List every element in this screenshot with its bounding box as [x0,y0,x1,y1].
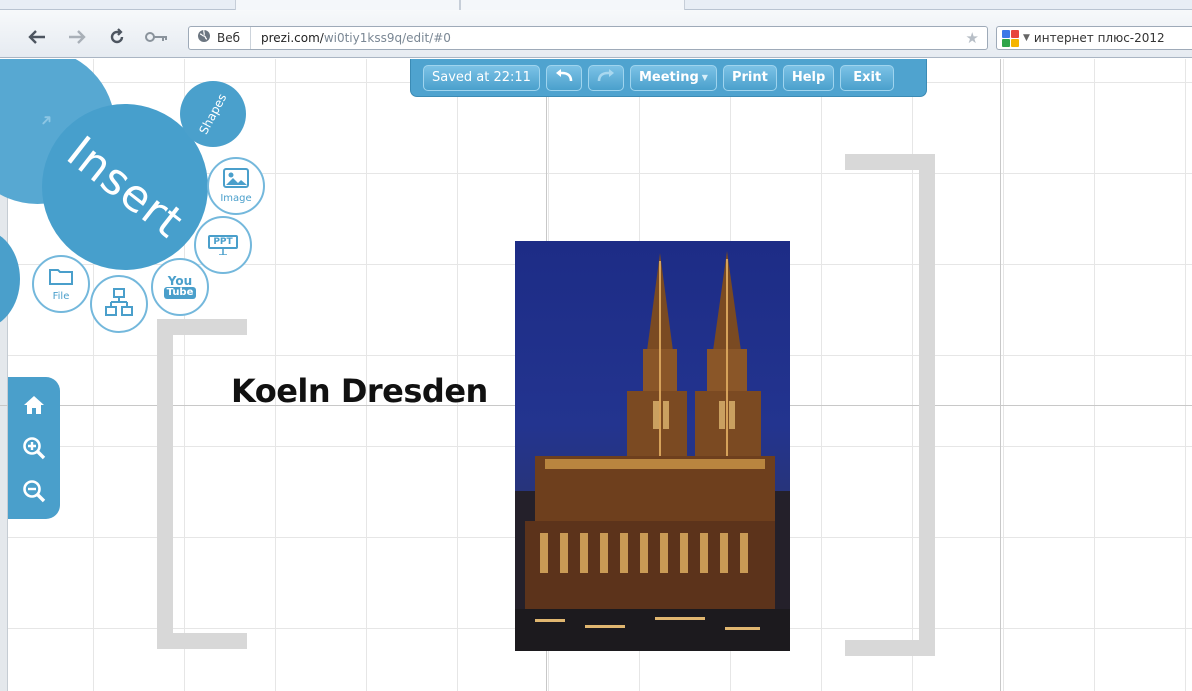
back-icon[interactable] [24,26,50,48]
site-label: Веб [217,31,241,45]
undo-button[interactable] [545,64,582,91]
home-icon[interactable] [19,390,49,420]
insert-diagram-button[interactable] [90,275,148,333]
prezi-canvas[interactable]: Koeln Dresden ➜ Insert Shapes Image PPT … [0,59,1192,691]
browser-tab-strip [0,0,1192,10]
image-label: Image [220,193,252,204]
key-icon[interactable] [144,26,170,48]
chevron-down-icon[interactable]: ▼ [1023,33,1030,43]
ppt-icon: PPT [208,235,238,255]
url-path: wi0tiy1kss9q/edit/#0 [323,31,451,45]
file-icon [48,266,74,290]
undo-icon [555,68,573,87]
shapes-bubble[interactable]: Shapes [180,81,246,147]
address-bar[interactable]: Веб prezi.com/wi0tiy1kss9q/edit/#0 ★ [188,26,988,50]
search-engine-box[interactable]: ▼ интернет плюс-2012 [996,26,1192,50]
redo-icon [597,68,615,87]
prezi-toolbar: Saved at 22:11 Meeting ▼ Print Help Exit [410,59,927,97]
insert-youtube-button[interactable]: You Tube [151,258,209,316]
cathedral-photo[interactable] [515,241,790,651]
print-button[interactable]: Print [722,64,777,91]
image-icon [223,168,249,192]
browser-toolbar: Веб prezi.com/wi0tiy1kss9q/edit/#0 ★ ▼ и… [0,10,1192,58]
search-engine-label: интернет плюс-2012 [1033,31,1165,45]
ppt-label: PPT [208,235,238,249]
browser-tab[interactable] [460,0,685,10]
insert-ppt-button[interactable]: PPT [194,216,252,274]
zoom-out-icon[interactable] [19,476,49,506]
youtube-label-top: You [167,274,193,288]
insert-label: Insert [57,126,193,248]
file-label: File [52,291,70,302]
diagram-icon [104,287,134,321]
redo-button[interactable] [587,64,624,91]
shapes-label: Shapes [196,91,230,137]
meeting-label: Meeting [638,70,699,85]
youtube-label-bottom: Tube [163,287,197,299]
zoom-in-icon[interactable] [19,433,49,463]
google-logo-icon[interactable] [1001,29,1019,47]
zoom-panel [8,377,60,519]
chevron-down-icon: ▼ [701,73,708,82]
frame-bracket-left[interactable] [157,319,247,649]
frame-title[interactable]: Koeln Dresden [231,372,488,410]
insert-file-button[interactable]: File [32,255,90,313]
url-host: prezi.com/ [261,31,324,45]
help-button[interactable]: Help [782,64,835,91]
url-text[interactable]: prezi.com/wi0tiy1kss9q/edit/#0 [251,31,451,45]
save-status: Saved at 22:11 [423,64,540,91]
youtube-icon: You Tube [163,274,197,299]
exit-button[interactable]: Exit [840,64,895,91]
forward-icon[interactable] [64,26,90,48]
reload-icon[interactable] [104,26,130,48]
star-icon[interactable]: ★ [966,29,979,47]
frame-bracket-right[interactable] [845,154,935,656]
browser-tab[interactable] [235,0,460,10]
canvas-axis-vertical [1000,59,1001,691]
insert-image-button[interactable]: Image [207,157,265,215]
site-info-chip[interactable]: Веб [189,27,252,49]
globe-icon [197,29,211,47]
bubble-menu-edge[interactable] [0,229,20,329]
meeting-button[interactable]: Meeting ▼ [629,64,717,91]
